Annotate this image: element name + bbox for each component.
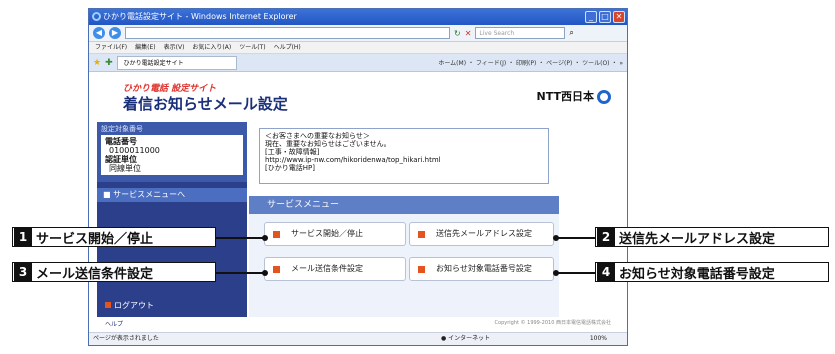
- menu-view[interactable]: 表示(V): [164, 42, 185, 53]
- notice-line: [ひかり電話HP]: [265, 164, 315, 172]
- callout-4: 4 お知らせ対象電話番号設定: [595, 262, 829, 282]
- send-condition-button[interactable]: メール送信条件設定: [264, 257, 406, 281]
- callout-line: [215, 237, 265, 239]
- favorites-star-icon[interactable]: ★: [93, 58, 101, 68]
- menu-edit[interactable]: 編集(E): [135, 42, 155, 53]
- add-favorite-icon[interactable]: ✚: [105, 58, 113, 68]
- close-button[interactable]: ✕: [613, 11, 625, 23]
- service-menu-title: サービスメニュー: [249, 196, 559, 214]
- url-input[interactable]: [125, 27, 450, 39]
- title-bar: ひかり電話設定サイト - Windows Internet Explorer _…: [89, 9, 627, 25]
- stop-icon[interactable]: ✕: [465, 29, 472, 38]
- bullet-icon: [273, 266, 280, 273]
- page-content: ひかり電話 設定サイト 着信お知らせメール設定 NTT西日本 設定対象番号 電話…: [89, 72, 627, 333]
- callout-dot: [553, 270, 559, 276]
- callout-line: [556, 272, 596, 274]
- callout-3: 3 メール送信条件設定: [12, 262, 216, 282]
- status-bar: ページが表示されました ● インターネット 100%: [89, 332, 627, 345]
- ntt-logo-icon: [597, 90, 611, 104]
- target-number-box: 設定対象番号 電話番号 0100011000 認証単位 同線単位: [97, 122, 247, 182]
- page-header: ひかり電話 設定サイト 着信お知らせメール設定 NTT西日本: [97, 72, 627, 122]
- callout-2: 2 送信先メールアドレス設定: [595, 227, 829, 247]
- callout-1: 1 サービス開始／停止: [12, 227, 216, 247]
- notice-line: ＜お客さまへの重要なお知らせ＞: [265, 132, 370, 140]
- callout-dot: [262, 270, 268, 276]
- bullet-icon: [273, 231, 280, 238]
- unit-value: 同線単位: [109, 164, 141, 173]
- minimize-button[interactable]: _: [585, 11, 597, 23]
- command-bar[interactable]: ホーム(M) ・ フィード(J) ・ 印刷(P) ・ ページ(P) ・ ツール(…: [438, 58, 627, 67]
- service-menu-link[interactable]: ■ サービスメニューへ: [97, 188, 247, 202]
- browser-window: ひかり電話設定サイト - Windows Internet Explorer _…: [88, 8, 628, 346]
- email-address-button[interactable]: 送信先メールアドレス設定: [409, 222, 554, 246]
- help-link[interactable]: ヘルプ: [105, 319, 123, 328]
- forward-icon[interactable]: ▶: [109, 27, 121, 39]
- callout-dot: [553, 235, 559, 241]
- target-label: 設定対象番号: [101, 125, 143, 133]
- bullet-icon: [418, 231, 425, 238]
- search-icon[interactable]: ⌕: [569, 28, 573, 38]
- refresh-icon[interactable]: ↻: [454, 29, 461, 38]
- menu-help[interactable]: ヘルプ(H): [274, 42, 301, 53]
- maximize-button[interactable]: □: [599, 11, 611, 23]
- copyright: Copyright © 1999-2010 西日本電信電話株式会社: [494, 320, 611, 326]
- phone-label: 電話番号: [105, 137, 137, 146]
- target-phone-button[interactable]: お知らせ対象電話番号設定: [409, 257, 554, 281]
- callout-line: [215, 272, 265, 274]
- status-text: ページが表示されました: [93, 335, 159, 342]
- menu-favorites[interactable]: お気に入り(A): [192, 42, 231, 53]
- address-bar: ◀ ▶ ↻ ✕ Live Search ⌕: [89, 25, 627, 42]
- security-zone: ● インターネット: [441, 335, 491, 342]
- notice-line: http://www.ip-nw.com/hikoridenwa/top_hik…: [265, 156, 441, 164]
- brand-logo: NTT西日本: [537, 88, 611, 104]
- window-title: ひかり電話設定サイト - Windows Internet Explorer: [103, 12, 297, 21]
- back-icon[interactable]: ◀: [93, 27, 105, 39]
- menu-bar: ファイル(F) 編集(E) 表示(V) お気に入り(A) ツール(T) ヘルプ(…: [89, 42, 627, 54]
- page-title: 着信お知らせメール設定: [123, 95, 288, 113]
- phone-number: 0100011000: [109, 146, 160, 155]
- menu-file[interactable]: ファイル(F): [95, 42, 127, 53]
- ie-icon: [92, 12, 101, 21]
- stage: ひかり電話設定サイト - Windows Internet Explorer _…: [0, 0, 835, 354]
- zoom-level[interactable]: 100%: [590, 333, 607, 345]
- callout-dot: [262, 235, 268, 241]
- tab-bar: ★ ✚ ひかり電話設定サイト ホーム(M) ・ フィード(J) ・ 印刷(P) …: [89, 54, 627, 72]
- menu-tools[interactable]: ツール(T): [239, 42, 265, 53]
- logout-link[interactable]: ログアウト: [105, 300, 154, 311]
- browser-tab[interactable]: ひかり電話設定サイト: [116, 55, 237, 70]
- notice-line: 現在、重要なお知らせはございません。: [265, 140, 391, 148]
- unit-label: 認証単位: [105, 155, 137, 164]
- notice-box[interactable]: ＜お客さまへの重要なお知らせ＞ 現在、重要なお知らせはございません。 [工事・故…: [259, 128, 549, 184]
- service-start-stop-button[interactable]: サービス開始／停止: [264, 222, 406, 246]
- search-input[interactable]: Live Search: [475, 27, 566, 39]
- callout-line: [556, 237, 596, 239]
- notice-line: [工事・故障情報]: [265, 148, 320, 156]
- bullet-icon: [418, 266, 425, 273]
- footer-bar: ヘルプ Copyright © 1999-2010 西日本電信電話株式会社: [97, 317, 627, 333]
